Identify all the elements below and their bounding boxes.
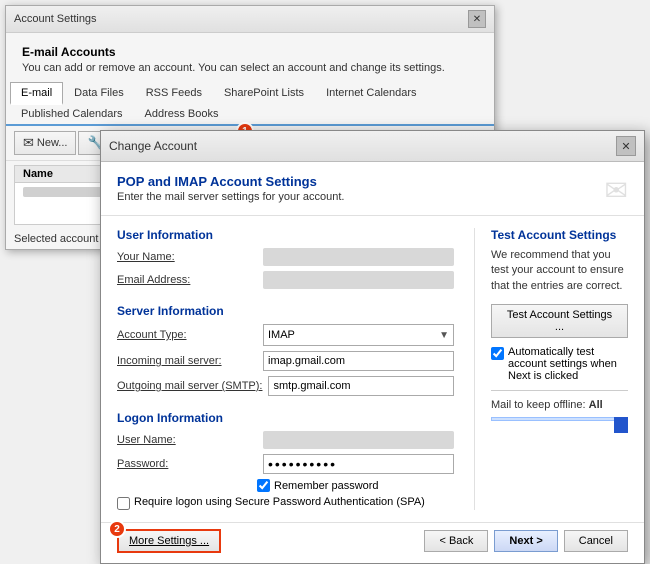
more-settings-btn[interactable]: More Settings ... [117,529,221,553]
tab-rss-feeds[interactable]: RSS Feeds [135,82,213,103]
email-address-row: Email Address: [117,271,454,289]
dialog-titlebar: Change Account ✕ [101,131,644,162]
right-panel: Test Account Settings We recommend that … [474,228,628,510]
outgoing-server-row: Outgoing mail server (SMTP): [117,376,454,396]
offline-value: All [589,399,603,411]
new-button[interactable]: ✉ New... [14,131,76,155]
email-address-label: Email Address: [117,274,257,286]
dialog-header-text: POP and IMAP Account Settings Enter the … [117,174,344,203]
password-input[interactable] [263,454,454,474]
username-row: User Name: [117,431,454,449]
tab-sharepoint-lists[interactable]: SharePoint Lists [213,82,315,103]
auto-test-row: Automatically test account settings when… [491,346,628,382]
more-settings-container: 2 More Settings ... [117,529,221,553]
account-settings-titlebar: Account Settings ✕ [6,6,494,33]
remember-password-label: Remember password [274,480,379,492]
dialog-close-btn[interactable]: ✕ [616,136,636,156]
server-info-title: Server Information [117,304,454,318]
tab-published-calendars[interactable]: Published Calendars [10,103,134,124]
change-account-dialog: Change Account ✕ POP and IMAP Account Se… [100,130,645,564]
account-type-label: Account Type: [117,329,257,341]
mail-icon: ✉ [605,174,628,207]
email-address-value [263,271,454,289]
username-value [263,431,454,449]
test-section-title: Test Account Settings [491,228,628,242]
incoming-server-label: Incoming mail server: [117,355,257,367]
auto-test-label: Automatically test account settings when… [508,346,628,382]
next-button[interactable]: Next > [494,530,557,552]
cancel-button[interactable]: Cancel [564,530,628,552]
offline-row: Mail to keep offline: All [491,399,628,411]
incoming-server-row: Incoming mail server: [117,351,454,371]
new-label: New... [37,137,68,149]
select-arrow-icon: ▼ [439,330,449,341]
password-label: Password: [117,458,257,470]
email-accounts-desc: You can add or remove an account. You ca… [22,62,478,74]
spa-label: Require logon using Secure Password Auth… [134,496,425,508]
outgoing-server-input[interactable] [268,376,454,396]
offline-slider-container [491,417,628,433]
slider-thumb[interactable] [614,417,628,433]
tab-internet-calendars[interactable]: Internet Calendars [315,82,428,103]
left-panel: User Information Your Name: Email Addres… [117,228,454,510]
account-type-value: IMAP [268,329,295,341]
spa-checkbox[interactable] [117,497,130,510]
dialog-header-title: POP and IMAP Account Settings [117,174,344,189]
tab-data-files[interactable]: Data Files [63,82,135,103]
logon-info-title: Logon Information [117,411,454,425]
incoming-server-input[interactable] [263,351,454,371]
test-account-settings-btn[interactable]: Test Account Settings ... [491,304,628,338]
dialog-footer: 2 More Settings ... < Back Next > Cancel [101,522,644,563]
outgoing-server-label: Outgoing mail server (SMTP): [117,380,262,392]
tabs-container: E-mail Data Files RSS Feeds SharePoint L… [6,82,494,126]
remember-password-row: Remember password [257,479,454,492]
user-info-title: User Information [117,228,454,242]
account-settings-title: Account Settings [14,13,97,25]
back-button[interactable]: < Back [424,530,488,552]
account-settings-close-btn[interactable]: ✕ [468,10,486,28]
slider-track [491,417,628,421]
account-type-row: Account Type: IMAP ▼ [117,324,454,346]
test-section-desc: We recommend that you test your account … [491,248,628,294]
your-name-label: Your Name: [117,251,257,263]
step2-badge: 2 [108,520,126,538]
password-row: Password: [117,454,454,474]
your-name-value [263,248,454,266]
dialog-title: Change Account [109,139,197,153]
email-accounts-title: E-mail Accounts [22,45,478,59]
auto-test-checkbox[interactable] [491,347,504,360]
dialog-header-subtitle: Enter the mail server settings for your … [117,191,344,203]
spa-row: Require logon using Secure Password Auth… [117,496,454,510]
separator [491,390,628,391]
offline-label: Mail to keep offline: [491,399,586,411]
tab-email[interactable]: E-mail [10,82,63,105]
username-label: User Name: [117,434,257,446]
tab-address-books[interactable]: Address Books [134,103,230,124]
remember-password-checkbox[interactable] [257,479,270,492]
new-icon: ✉ [23,135,34,151]
account-type-select[interactable]: IMAP ▼ [263,324,454,346]
dialog-header: POP and IMAP Account Settings Enter the … [101,162,644,216]
your-name-row: Your Name: [117,248,454,266]
email-accounts-section: E-mail Accounts You can add or remove an… [6,33,494,82]
dialog-body: User Information Your Name: Email Addres… [101,216,644,522]
